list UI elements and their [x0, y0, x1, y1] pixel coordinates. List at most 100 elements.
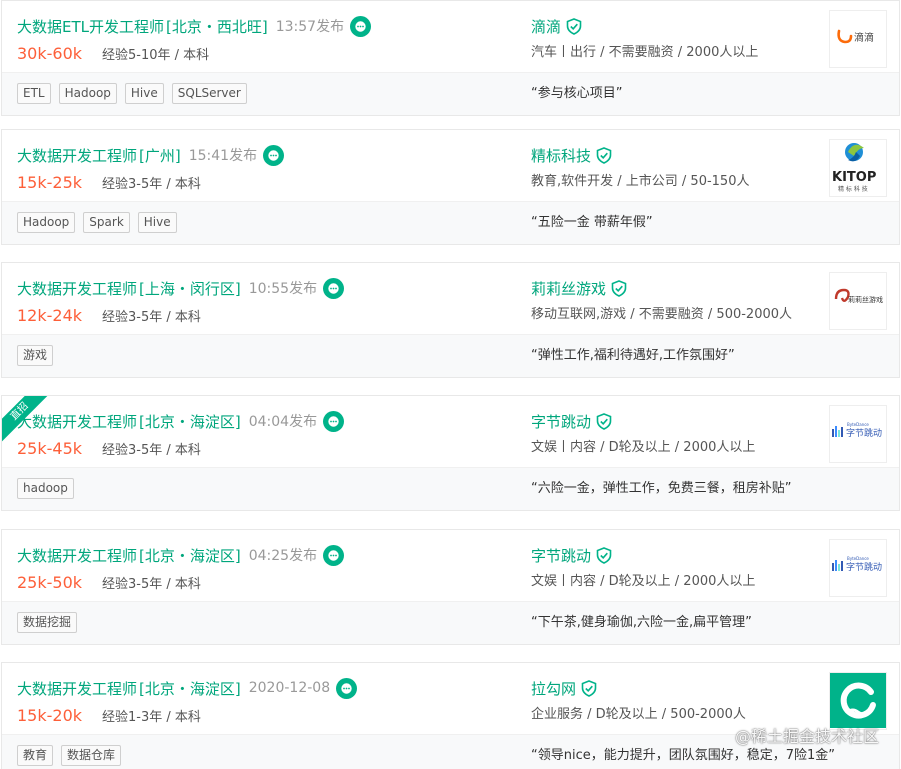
job-title-link[interactable]: 大数据开发工程师 — [17, 411, 137, 432]
svg-text:字节跳动: 字节跳动 — [846, 427, 882, 439]
job-location: [北京・西北旺] — [166, 17, 268, 36]
job-benefits: “六险一金，弹性工作，免费三餐，租房补贴” — [531, 481, 792, 496]
job-location: [上海・闵行区] — [139, 279, 241, 298]
lilith-logo-icon: 莉莉丝游戏 — [830, 273, 886, 329]
job-title-link[interactable]: 大数据开发工程师 — [17, 278, 137, 299]
svg-text:ByteDance: ByteDance — [847, 556, 869, 561]
publish-time: 15:41发布 — [188, 148, 258, 164]
tag-list: Hadoop Spark Hive — [17, 212, 177, 233]
bytedance-logo-icon: ByteDance 字节跳动 — [830, 417, 886, 451]
publish-time: 04:04发布 — [248, 414, 318, 430]
job-card[interactable]: 直招 大数据开发工程师 [北京・海淀区] 04:04发布 25k-45k 经验3… — [1, 395, 900, 511]
job-location: [北京・海淀区] — [139, 546, 241, 565]
skill-tag[interactable]: Hadoop — [17, 212, 76, 233]
publish-time: 2020-12-08 — [248, 680, 331, 696]
company-name-link[interactable]: 莉莉丝游戏 — [531, 278, 606, 299]
company-logo[interactable]: KITOP 精 标 科 技 — [829, 139, 887, 197]
job-requirement: 经验3-5年 / 本科 — [102, 576, 201, 592]
skill-tag[interactable]: Spark — [83, 212, 130, 233]
skill-tag[interactable]: 教育 — [17, 745, 54, 766]
salary: 12k-24k — [17, 305, 83, 325]
chat-icon[interactable] — [336, 677, 358, 699]
svg-text:ByteDance: ByteDance — [847, 422, 869, 427]
skill-tag[interactable]: Hive — [124, 83, 164, 104]
chat-icon[interactable] — [323, 544, 345, 566]
bytedance-logo-icon: ByteDance 字节跳动 — [830, 551, 886, 585]
skill-tag[interactable]: SQLServer — [171, 83, 247, 104]
lagou-logo-icon — [830, 673, 886, 729]
tag-list: 数据挖掘 — [17, 612, 78, 633]
svg-text:滴滴: 滴滴 — [854, 31, 874, 44]
job-title-link[interactable]: 大数据开发工程师 — [17, 145, 137, 166]
verified-shield-icon — [611, 279, 627, 297]
tag-list: hadoop — [17, 478, 74, 499]
job-requirement: 经验3-5年 / 本科 — [102, 442, 201, 458]
job-title-link[interactable]: 大数据ETL开发工程师 — [17, 16, 164, 37]
salary: 30k-60k — [17, 43, 83, 63]
skill-tag[interactable]: 游戏 — [17, 345, 54, 366]
job-card[interactable]: 大数据ETL开发工程师 [北京・西北旺] 13:57发布 30k-60k 经验5… — [1, 0, 900, 116]
verified-shield-icon — [566, 17, 582, 35]
tag-list: ETL Hadoop Hive SQLServer — [17, 83, 247, 104]
didi-logo-icon: 滴滴 — [836, 27, 880, 51]
verified-shield-icon — [596, 412, 612, 430]
job-card[interactable]: 大数据开发工程师 [广州] 15:41发布 15k-25k 经验3-5年 / 本… — [1, 129, 900, 245]
company-name-link[interactable]: 拉勾网 — [531, 678, 576, 699]
chat-icon[interactable] — [350, 15, 372, 37]
job-benefits: “下午茶,健身瑜伽,六险一金,扁平管理” — [531, 615, 752, 630]
job-benefits: “五险一金 带薪年假” — [531, 215, 653, 230]
company-industry: 移动互联网,游戏 / 不需要融资 / 500-2000人 — [531, 307, 793, 322]
company-logo[interactable]: 莉莉丝游戏 — [829, 272, 887, 330]
company-name-link[interactable]: 字节跳动 — [531, 545, 591, 566]
chat-icon[interactable] — [323, 410, 345, 432]
svg-text:莉莉丝游戏: 莉莉丝游戏 — [848, 295, 883, 304]
svg-text:精 标 科 技: 精 标 科 技 — [838, 185, 868, 193]
company-industry: 企业服务 / D轮及以上 / 500-2000人 — [531, 707, 746, 722]
job-requirement: 经验1-3年 / 本科 — [102, 709, 201, 725]
salary: 15k-20k — [17, 705, 83, 725]
company-name-link[interactable]: 滴滴 — [531, 16, 561, 37]
job-location: [北京・海淀区] — [139, 679, 241, 698]
salary: 15k-25k — [17, 172, 83, 192]
job-title-link[interactable]: 大数据开发工程师 — [17, 545, 137, 566]
job-card[interactable]: 大数据开发工程师 [上海・闵行区] 10:55发布 12k-24k 经验3-5年… — [1, 262, 900, 378]
job-location: [北京・海淀区] — [139, 412, 241, 431]
chat-icon[interactable] — [263, 144, 285, 166]
skill-tag[interactable]: Hadoop — [58, 83, 117, 104]
company-logo[interactable] — [829, 672, 887, 730]
company-logo[interactable]: 滴滴 — [829, 10, 887, 68]
verified-shield-icon — [581, 679, 597, 697]
tag-list: 教育 数据仓库 — [17, 745, 122, 766]
skill-tag[interactable]: 数据仓库 — [61, 745, 122, 766]
company-industry: 汽车丨出行 / 不需要融资 / 2000人以上 — [531, 45, 759, 60]
job-requirement: 经验3-5年 / 本科 — [102, 309, 201, 325]
skill-tag[interactable]: hadoop — [17, 478, 74, 499]
tag-list: 游戏 — [17, 345, 54, 366]
chat-icon[interactable] — [323, 277, 345, 299]
svg-text:字节跳动: 字节跳动 — [846, 561, 882, 573]
verified-shield-icon — [596, 546, 612, 564]
job-card[interactable]: 大数据开发工程师 [北京・海淀区] 2020-12-08 15k-20k 经验1… — [1, 662, 900, 769]
company-name-link[interactable]: 字节跳动 — [531, 411, 591, 432]
company-name-link[interactable]: 精标科技 — [531, 145, 591, 166]
job-requirement: 经验5-10年 / 本科 — [102, 47, 210, 63]
skill-tag[interactable]: Hive — [137, 212, 177, 233]
watermark: @稀土掘金技术社区 — [734, 727, 879, 746]
job-card[interactable]: 大数据开发工程师 [北京・海淀区] 04:25发布 25k-50k 经验3-5年… — [1, 529, 900, 645]
svg-text:KITOP: KITOP — [832, 170, 876, 185]
skill-tag[interactable]: ETL — [17, 83, 51, 104]
job-benefits: “弹性工作,福利待遇好,工作氛围好” — [531, 348, 735, 363]
publish-time: 10:55发布 — [248, 281, 318, 297]
job-location: [广州] — [139, 146, 181, 165]
job-title-link[interactable]: 大数据开发工程师 — [17, 678, 137, 699]
publish-time: 13:57发布 — [275, 19, 345, 35]
company-industry: 文娱丨内容 / D轮及以上 / 2000人以上 — [531, 574, 756, 589]
company-logo[interactable]: ByteDance 字节跳动 — [829, 539, 887, 597]
job-benefits: “领导nice，能力提升，团队氛围好，稳定，7险1金” — [531, 748, 836, 763]
job-benefits: “参与核心项目” — [531, 86, 623, 101]
skill-tag[interactable]: 数据挖掘 — [17, 612, 78, 633]
kitop-logo-icon: KITOP 精 标 科 技 — [830, 140, 886, 196]
company-industry: 教育,软件开发 / 上市公司 / 50-150人 — [531, 174, 750, 189]
salary: 25k-45k — [17, 438, 83, 458]
company-logo[interactable]: ByteDance 字节跳动 — [829, 405, 887, 463]
